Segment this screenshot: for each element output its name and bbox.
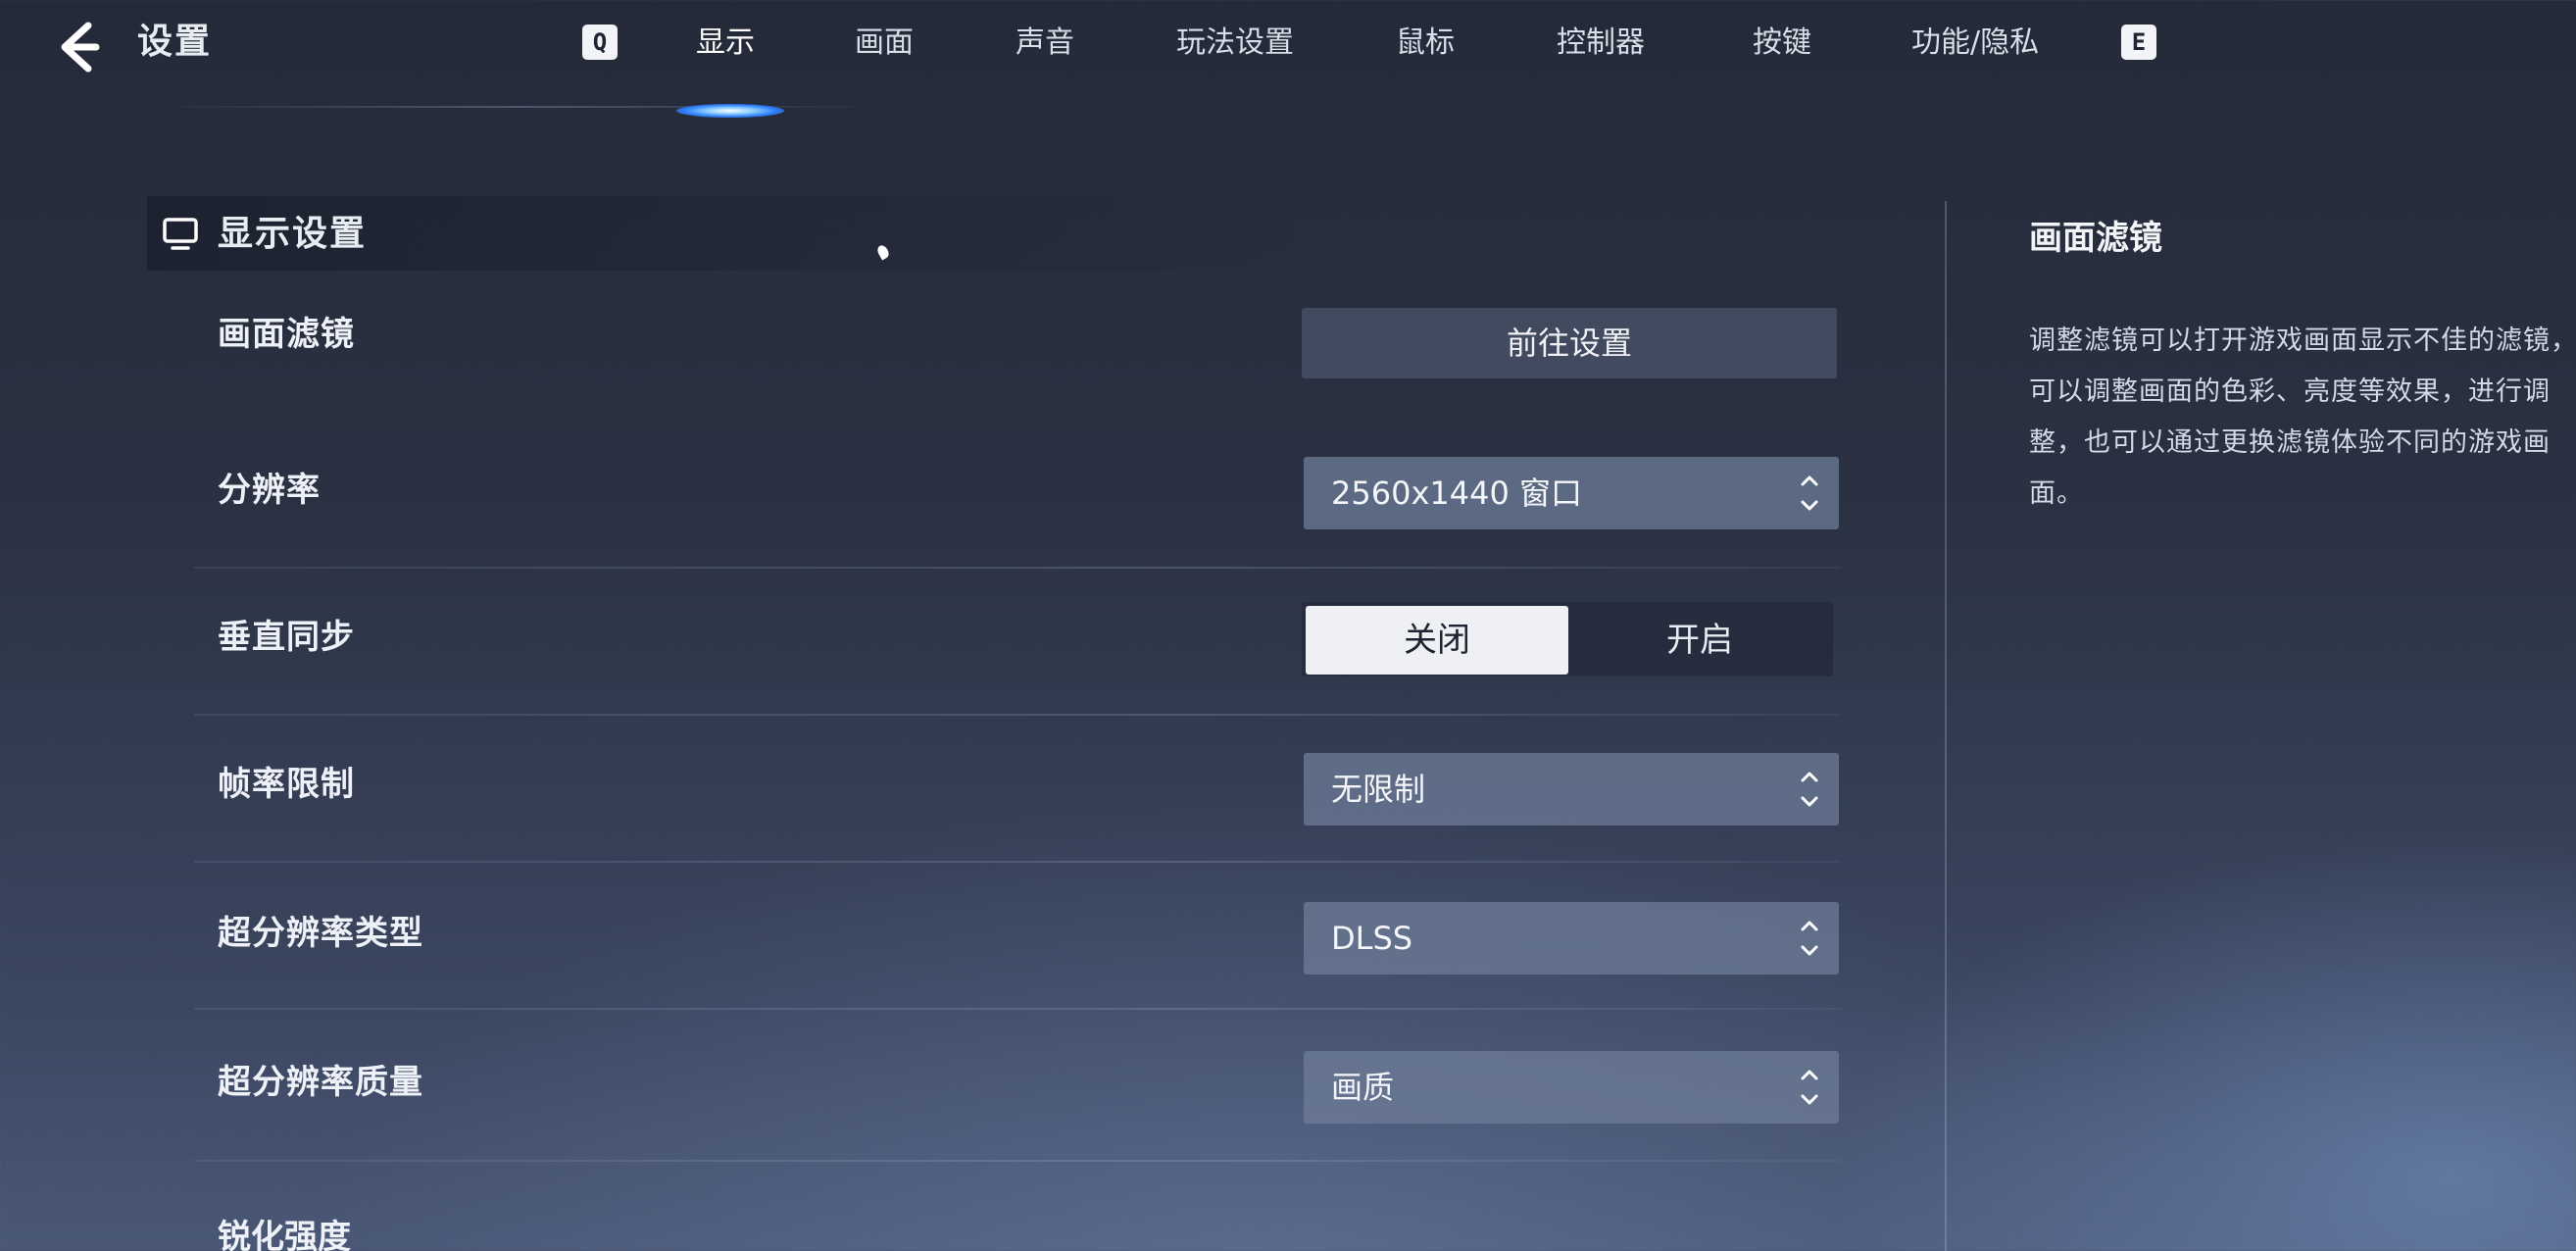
updown-arrows-icon bbox=[1801, 772, 1818, 807]
goto-settings-button[interactable]: 前往设置 bbox=[1302, 308, 1837, 378]
tab-sound[interactable]: 声音 bbox=[1016, 20, 1074, 67]
upscale-type-select[interactable]: DLSS bbox=[1304, 902, 1839, 975]
toggle-option-on[interactable]: 开启 bbox=[1568, 606, 1831, 675]
setting-label: 超分辨率类型 bbox=[218, 914, 423, 953]
tab-gameplay[interactable]: 玩法设置 bbox=[1176, 20, 1294, 67]
toggle-option-off[interactable]: 关闭 bbox=[1306, 606, 1568, 675]
tab-mouse[interactable]: 鼠标 bbox=[1396, 20, 1455, 67]
upscale-quality-select[interactable]: 画质 bbox=[1304, 1051, 1839, 1124]
setting-label: 垂直同步 bbox=[218, 618, 355, 657]
setting-row-filter: 画面滤镜 前往设置 bbox=[194, 284, 1841, 417]
updown-arrows-icon bbox=[1801, 1070, 1818, 1105]
setting-row-upscale-type: 超分辨率类型 DLSS bbox=[194, 863, 1841, 1010]
row-separator bbox=[194, 1160, 1841, 1162]
select-value: DLSS bbox=[1331, 920, 1413, 957]
next-tab-key-hint[interactable]: E bbox=[2121, 25, 2156, 60]
updown-arrows-icon bbox=[1801, 475, 1818, 511]
setting-row-upscale-quality: 超分辨率质量 画质 bbox=[194, 1010, 1841, 1162]
panel-description: 调整滤镜可以打开游戏画面显示不佳的滤镜，可以调整画面的色彩、亮度等效果，进行调整… bbox=[2029, 325, 2576, 509]
framerate-select[interactable]: 无限制 bbox=[1304, 753, 1839, 826]
select-value: 2560x1440 窗口 bbox=[1331, 475, 1582, 512]
page-title: 设置 bbox=[137, 22, 213, 62]
tab-graphics[interactable]: 画面 bbox=[855, 20, 914, 67]
setting-label: 帧率限制 bbox=[218, 765, 355, 804]
setting-label: 画面滤镜 bbox=[218, 315, 355, 354]
tab-display[interactable]: 显示 bbox=[696, 20, 755, 67]
setting-row-resolution: 分辨率 2560x1440 窗口 bbox=[194, 422, 1841, 569]
panel-divider bbox=[1945, 201, 1947, 1251]
back-arrow-icon[interactable] bbox=[51, 18, 110, 76]
top-bar: 设置 Q 显示 画面 声音 玩法设置 鼠标 控制器 按键 功能/隐私 E bbox=[0, 0, 2576, 118]
select-value: 画质 bbox=[1331, 1069, 1395, 1106]
updown-arrows-icon bbox=[1801, 921, 1818, 956]
prev-tab-key-hint[interactable]: Q bbox=[582, 25, 618, 60]
setting-row-framerate: 帧率限制 无限制 bbox=[194, 716, 1841, 863]
section-header: 显示设置 bbox=[147, 196, 1323, 271]
tab-controller[interactable]: 控制器 bbox=[1557, 20, 1645, 67]
setting-label-sharpening: 锐化强度 bbox=[218, 1218, 351, 1251]
vsync-toggle: 关闭 开启 bbox=[1302, 602, 1833, 676]
setting-row-vsync: 垂直同步 关闭 开启 bbox=[194, 569, 1841, 716]
monitor-icon bbox=[163, 218, 198, 250]
active-tab-indicator bbox=[676, 104, 784, 118]
panel-title: 画面滤镜 bbox=[2029, 219, 2162, 258]
section-title: 显示设置 bbox=[218, 214, 368, 254]
tab-function-privacy[interactable]: 功能/隐私 bbox=[1911, 20, 2039, 67]
select-value: 无限制 bbox=[1331, 771, 1426, 808]
resolution-select[interactable]: 2560x1440 窗口 bbox=[1304, 457, 1839, 529]
setting-label: 分辨率 bbox=[218, 471, 321, 510]
tab-keybinds[interactable]: 按键 bbox=[1753, 20, 1811, 67]
setting-label: 超分辨率质量 bbox=[218, 1063, 423, 1102]
